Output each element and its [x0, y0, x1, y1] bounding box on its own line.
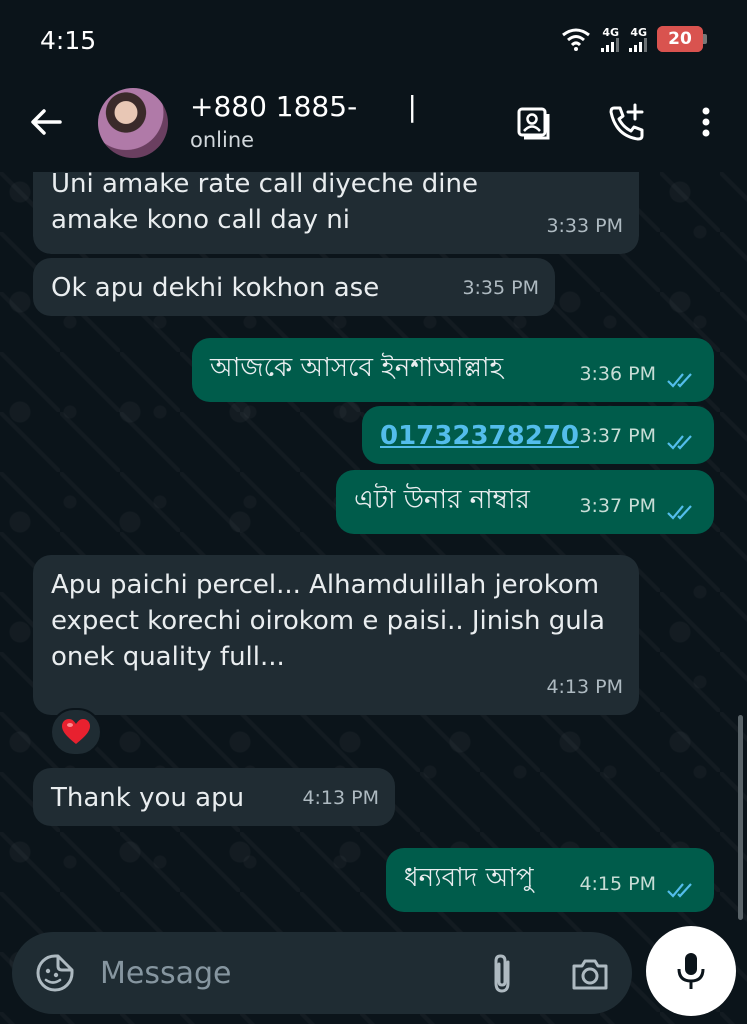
- microphone-icon: [677, 953, 705, 989]
- signal-icon-2: 4G: [629, 27, 647, 52]
- attach-paperclip-icon[interactable]: [482, 952, 522, 996]
- message-time: 4:13 PM: [302, 787, 379, 809]
- read-ticks-icon: [667, 505, 692, 520]
- sticker-icon[interactable]: [34, 952, 76, 994]
- voice-record-button[interactable]: [646, 926, 736, 1016]
- message-time: 3:36 PM: [579, 363, 656, 385]
- battery-cap: [703, 34, 707, 44]
- message-time: 4:13 PM: [546, 676, 623, 698]
- message-text: Uni amake rate call diyeche dine amake k…: [51, 169, 478, 235]
- message-time: 4:15 PM: [579, 873, 656, 895]
- message-bubble-incoming[interactable]: Ok apu dekhi kokhon ase 3:35 PM: [33, 258, 555, 316]
- scrollbar[interactable]: [738, 715, 743, 920]
- contact-status: online: [190, 128, 255, 152]
- battery-icon: 20: [657, 26, 703, 52]
- read-ticks-icon: [667, 883, 692, 898]
- add-call-icon[interactable]: [604, 100, 648, 144]
- status-icons: 4G 4G 20: [561, 26, 707, 52]
- message-composer: [12, 932, 632, 1014]
- message-bubble-outgoing[interactable]: 01732378270 3:37 PM: [362, 406, 714, 464]
- contact-avatar[interactable]: [98, 88, 168, 158]
- read-ticks-icon: [667, 373, 692, 388]
- status-bar: 4:15 4G 4G 20: [0, 0, 747, 80]
- heart-reaction[interactable]: [50, 708, 102, 756]
- message-bubble-outgoing[interactable]: ধন্যবাদ আপু 4:15 PM: [386, 848, 714, 912]
- message-text: Apu paichi percel... Alhamdulillah jerok…: [51, 570, 605, 672]
- message-bubble-incoming[interactable]: Apu paichi percel... Alhamdulillah jerok…: [33, 555, 639, 715]
- message-bubble-outgoing[interactable]: এটা উনার নাম্বার 3:37 PM: [336, 470, 714, 534]
- message-time: 3:33 PM: [546, 215, 623, 237]
- heart-icon: [62, 719, 90, 744]
- message-input[interactable]: [100, 946, 470, 1000]
- video-call-icon[interactable]: [512, 100, 556, 144]
- read-ticks-icon: [667, 435, 692, 450]
- signal-icon-1: 4G: [601, 27, 619, 52]
- message-time: 3:35 PM: [462, 277, 539, 299]
- status-time: 4:15: [40, 26, 97, 55]
- chat-header: +880 1885- | online: [0, 80, 747, 172]
- battery-level: 20: [668, 29, 692, 49]
- wifi-icon: [562, 28, 590, 51]
- camera-icon[interactable]: [568, 952, 612, 996]
- back-arrow-icon[interactable]: [26, 102, 66, 142]
- message-bubble-incoming[interactable]: Thank you apu 4:13 PM: [33, 768, 395, 826]
- message-bubble-outgoing[interactable]: আজকে আসবে ইনশাআল্লাহ 3:36 PM: [192, 338, 714, 402]
- message-time: 3:37 PM: [579, 495, 656, 517]
- message-time: 3:37 PM: [579, 425, 656, 447]
- contact-name[interactable]: +880 1885- |: [190, 90, 417, 123]
- more-options-icon[interactable]: [684, 100, 728, 144]
